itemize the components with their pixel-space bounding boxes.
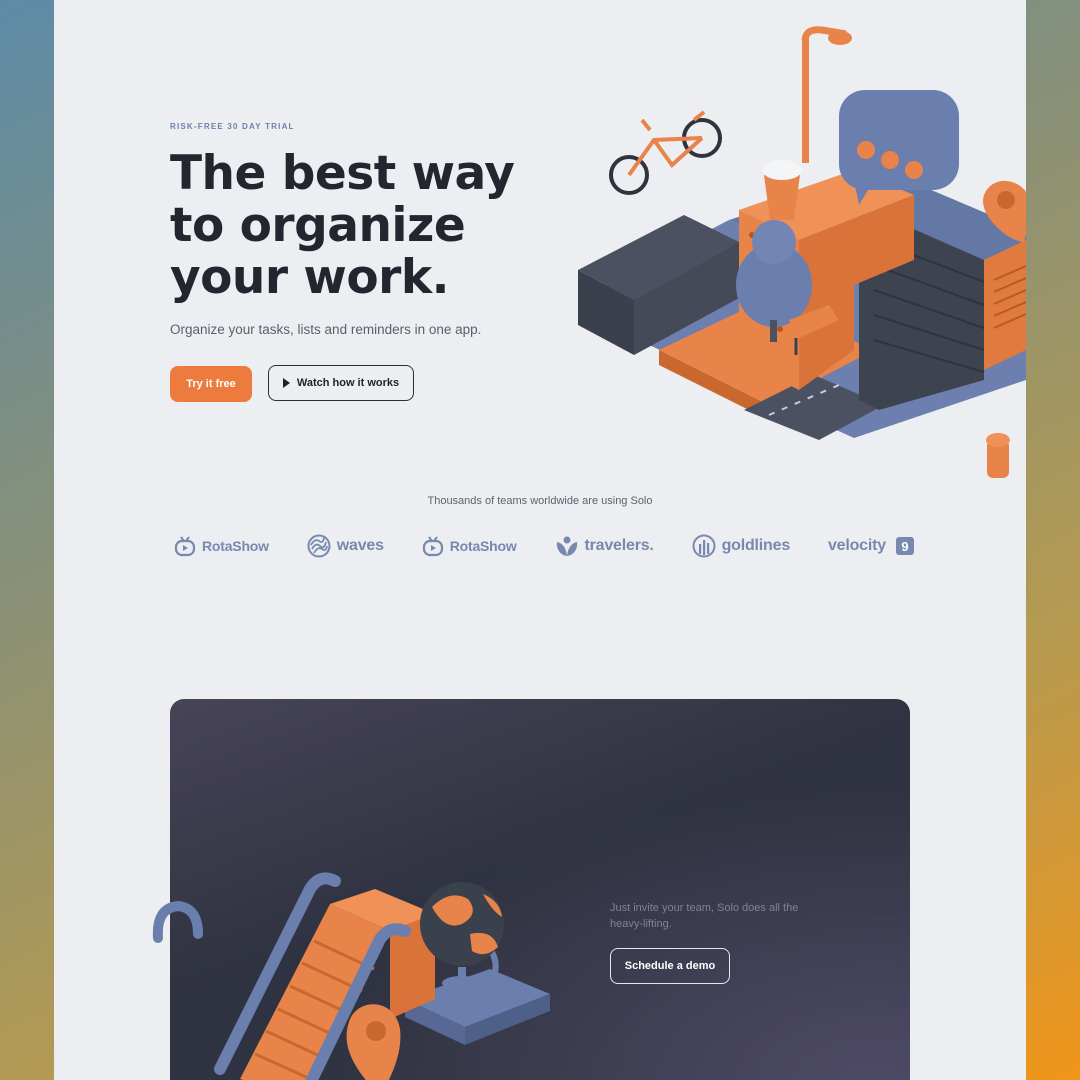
trial-eyebrow: RISK-FREE 30 DAY TRIAL — [170, 122, 295, 131]
trust-caption: Thousands of teams worldwide are using S… — [427, 495, 653, 507]
logo-travelers: travelers. — [555, 535, 654, 557]
leaf-icon — [556, 536, 577, 556]
logo-velocity: velocity 9 — [828, 537, 914, 555]
watch-how-it-works-button[interactable]: Watch how it works — [268, 365, 414, 401]
logo-travelers-name: travelers. — [584, 537, 654, 554]
bars-icon — [692, 534, 716, 558]
logo-waves: waves — [307, 534, 384, 558]
play-icon — [282, 378, 290, 388]
cta-card: Just invite your team, Solo does all the… — [170, 699, 910, 1080]
watch-button-label: Watch how it works — [296, 377, 400, 389]
logo-waves-name: waves — [336, 537, 384, 554]
logo-rotashow-2-name: RotaShow — [449, 538, 517, 554]
logo-velocity-badge: 9 — [895, 537, 914, 555]
landing-page: RISK-FREE 30 DAY TRIAL The best way to o… — [54, 0, 1026, 1080]
hero-subheadline: Organize your tasks, lists and reminders… — [170, 322, 482, 337]
hero-headline: The best way to organize your work. — [170, 146, 515, 305]
tv-icon — [174, 536, 196, 557]
logo-goldlines-name: goldlines — [721, 537, 791, 554]
customer-logo-strip: RotaShow waves RotaShow travelers. goldl… — [174, 530, 914, 562]
escalator-globe-illustration — [214, 872, 550, 1080]
schedule-demo-button[interactable]: Schedule a demo — [610, 948, 730, 984]
logo-rotashow: RotaShow — [174, 535, 269, 557]
arch-decoration — [152, 900, 203, 943]
logo-goldlines: goldlines — [692, 534, 790, 558]
hero-city-illustration — [578, 26, 1026, 478]
cta-card-text: Just invite your team, Solo does all the… — [610, 902, 799, 930]
try-it-free-button[interactable]: Try it free — [170, 366, 252, 402]
logo-rotashow-2: RotaShow — [422, 535, 517, 557]
tv-icon — [422, 536, 443, 557]
logo-rotashow-name: RotaShow — [202, 538, 269, 554]
waves-icon — [307, 534, 331, 558]
logo-velocity-name: velocity — [827, 537, 886, 554]
